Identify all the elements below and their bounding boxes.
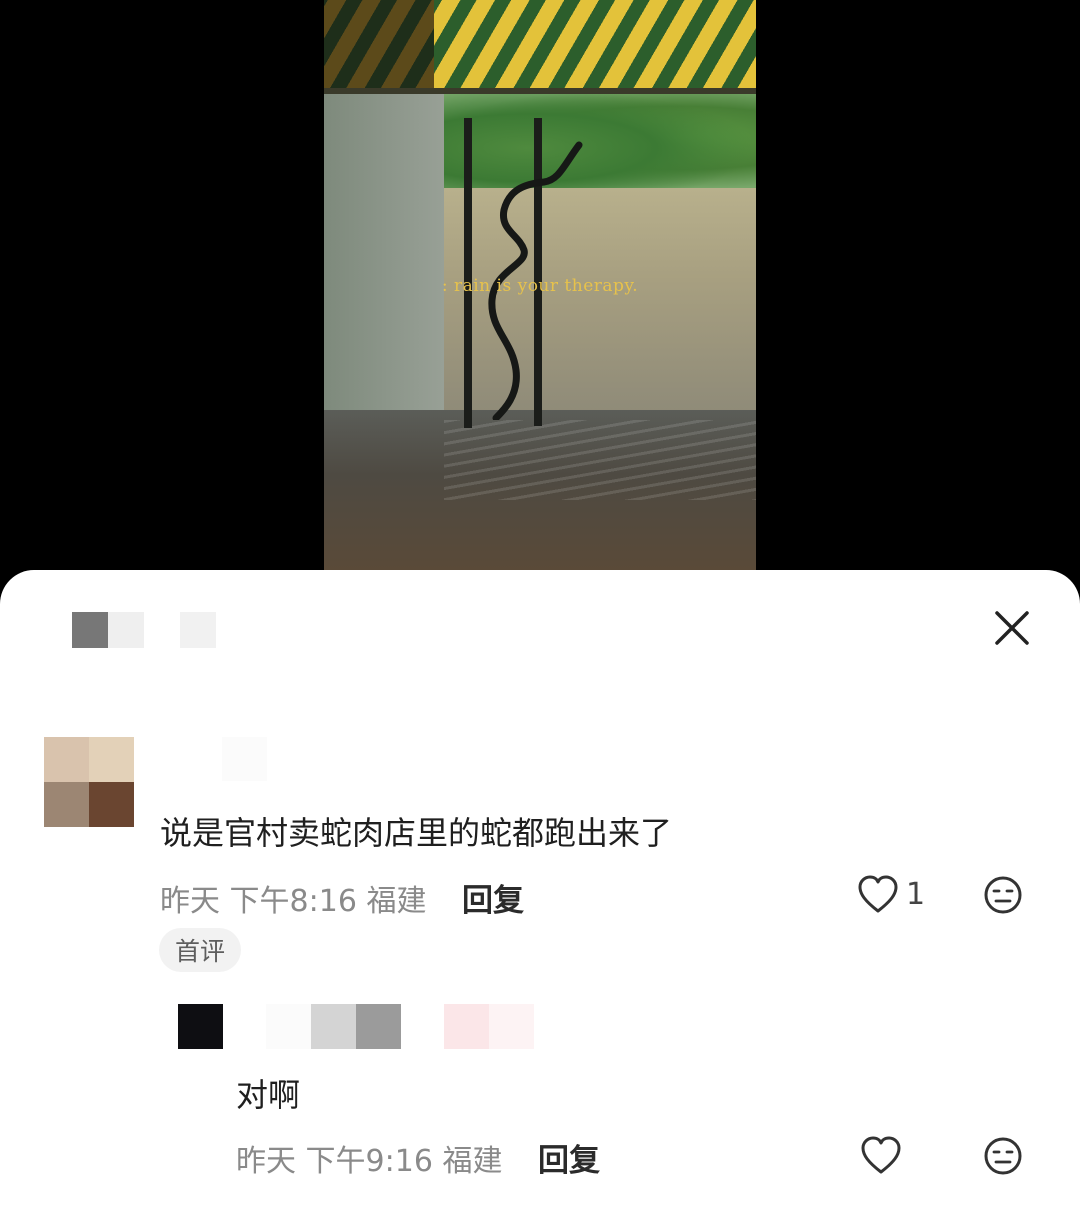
- reply-dislike-face-icon[interactable]: [983, 1136, 1023, 1176]
- reply-like-heart-icon[interactable]: [860, 1136, 902, 1176]
- reply-to-reply-button[interactable]: 回复: [538, 1135, 600, 1180]
- reply-username-mosaic[interactable]: [444, 1004, 489, 1049]
- reply-username-mosaic[interactable]: [356, 1004, 401, 1049]
- header-title-mosaic: [72, 612, 108, 648]
- comment-time-location: 昨天 下午8:16 福建: [160, 884, 427, 919]
- reply-avatar[interactable]: [178, 1004, 223, 1049]
- close-icon: [995, 611, 1029, 645]
- username-mosaic[interactable]: [222, 737, 267, 781]
- reply-username-mosaic[interactable]: [311, 1004, 356, 1049]
- reply-username-mosaic[interactable]: [266, 1004, 311, 1049]
- reply-text: 对啊: [236, 1076, 301, 1114]
- comment-text: 说是官村卖蛇肉店里的蛇都跑出来了: [160, 814, 673, 852]
- like-count: 1: [906, 877, 926, 912]
- header-title-mosaic: [180, 612, 216, 648]
- dislike-face-icon[interactable]: [983, 875, 1023, 915]
- video-water-ripples: [444, 420, 756, 500]
- video-player[interactable]: : rain is your therapy.: [324, 0, 756, 572]
- video-awning-shadow: [324, 0, 434, 88]
- first-comment-badge: 首评: [159, 928, 241, 972]
- reply-button[interactable]: 回复: [462, 875, 524, 920]
- header-title-mosaic: [108, 612, 144, 648]
- reply-time-location: 昨天 下午9:16 福建: [236, 1144, 503, 1179]
- avatar[interactable]: [44, 737, 134, 827]
- close-button[interactable]: [990, 606, 1034, 650]
- video-caption-overlay: : rain is your therapy.: [441, 276, 639, 296]
- like-heart-icon[interactable]: [857, 875, 899, 915]
- reply-username-mosaic[interactable]: [489, 1004, 534, 1049]
